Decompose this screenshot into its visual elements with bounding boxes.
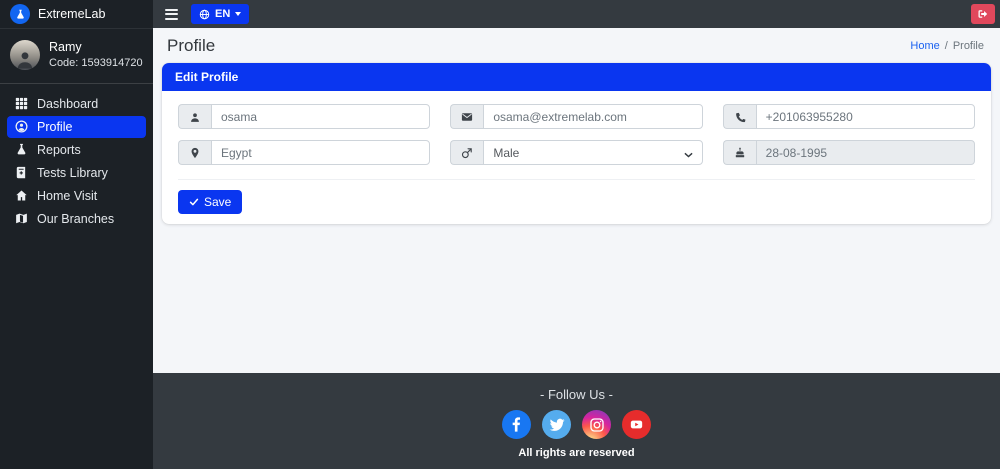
language-button[interactable]: EN xyxy=(191,4,250,24)
avatar xyxy=(10,39,40,70)
birthdate-input[interactable] xyxy=(755,140,975,165)
breadcrumb: Home / Profile xyxy=(910,40,984,52)
brand-link[interactable]: ExtremeLab xyxy=(0,0,153,29)
edit-profile-card: Edit Profile osama osama@extremelab.com … xyxy=(162,63,991,224)
sidebar: ExtremeLab Ramy Code: 1593914720 Dashboa… xyxy=(0,0,153,469)
instagram-icon[interactable] xyxy=(582,410,611,439)
topbar: EN xyxy=(153,0,1000,28)
sidebar-item-label: Home Visit xyxy=(37,188,98,203)
chevron-down-icon xyxy=(684,147,693,161)
social-links xyxy=(502,410,651,439)
user-circle-icon xyxy=(14,120,28,133)
sidebar-item-label: Dashboard xyxy=(37,96,99,111)
caret-down-icon xyxy=(235,12,242,16)
birthday-cake-icon xyxy=(722,140,756,165)
rights-label: All rights are reserved xyxy=(518,447,635,459)
user-icon xyxy=(178,104,211,129)
breadcrumb-current: Profile xyxy=(952,40,984,52)
card-header: Edit Profile xyxy=(162,63,991,91)
page-content: Profile Home / Profile Edit Profile osam… xyxy=(153,28,1000,469)
card-footer: Save xyxy=(162,180,991,224)
mars-icon xyxy=(450,140,484,165)
gender-select[interactable]: Male xyxy=(483,140,703,165)
home-icon xyxy=(14,189,28,202)
sidebar-item-reports[interactable]: Reports xyxy=(7,139,146,161)
language-label: EN xyxy=(215,8,231,20)
sign-out-icon xyxy=(977,8,989,20)
envelope-icon xyxy=(450,104,484,129)
sidebar-item-home-visit[interactable]: Home Visit xyxy=(7,185,146,207)
save-button[interactable]: Save xyxy=(178,190,243,214)
flask-logo-icon xyxy=(10,4,30,24)
book-icon xyxy=(14,166,28,179)
save-label: Save xyxy=(204,195,232,209)
menu-toggle-button[interactable] xyxy=(165,6,178,23)
content-header: Profile Home / Profile xyxy=(153,28,1000,63)
sidebar-item-our-branches[interactable]: Our Branches xyxy=(7,208,146,230)
breadcrumb-separator: / xyxy=(944,40,948,52)
gender-field-group: Male xyxy=(450,140,703,165)
check-icon xyxy=(189,197,199,207)
youtube-icon[interactable] xyxy=(622,410,651,439)
page-title: Profile xyxy=(167,36,216,55)
card-body: Male xyxy=(162,91,991,180)
user-panel: Ramy Code: 1593914720 xyxy=(0,29,153,84)
sidebar-item-label: Profile xyxy=(37,119,73,134)
follow-us-label: - Follow Us - xyxy=(540,387,613,402)
email-field-group xyxy=(450,104,703,129)
footer: - Follow Us - All rights are reserved xyxy=(153,373,1000,469)
phone-input[interactable] xyxy=(755,104,975,129)
map-marker-icon xyxy=(178,140,211,165)
logout-button[interactable] xyxy=(971,4,995,24)
facebook-icon[interactable] xyxy=(502,410,531,439)
name-input[interactable] xyxy=(211,104,431,129)
twitter-icon[interactable] xyxy=(542,410,571,439)
country-input[interactable] xyxy=(211,140,431,165)
sidebar-item-tests-library[interactable]: Tests Library xyxy=(7,162,146,184)
globe-icon xyxy=(199,9,210,20)
name-field-group xyxy=(178,104,431,129)
country-field-group xyxy=(178,140,431,165)
phone-icon xyxy=(722,104,756,129)
sidebar-item-label: Tests Library xyxy=(37,165,108,180)
map-icon xyxy=(14,212,28,225)
user-name: Ramy xyxy=(49,40,82,54)
breadcrumb-home-link[interactable]: Home xyxy=(910,40,939,52)
flask-icon xyxy=(14,143,28,156)
user-info: Ramy Code: 1593914720 xyxy=(49,39,143,71)
phone-field-group xyxy=(722,104,975,129)
birthdate-field-group xyxy=(722,140,975,165)
sidebar-nav: Dashboard Profile Reports Tests Library xyxy=(0,84,153,239)
sidebar-item-label: Our Branches xyxy=(37,211,115,226)
sidebar-item-profile[interactable]: Profile xyxy=(7,115,146,138)
app-window: ExtremeLab Ramy Code: 1593914720 Dashboa… xyxy=(0,0,1000,469)
gender-value: Male xyxy=(493,145,520,160)
sidebar-item-label: Reports xyxy=(37,142,81,157)
email-input[interactable] xyxy=(483,104,703,129)
sidebar-item-dashboard[interactable]: Dashboard xyxy=(7,93,146,115)
profile-form: Male xyxy=(178,104,975,165)
brand-name: ExtremeLab xyxy=(38,7,106,21)
user-code: Code: 1593914720 xyxy=(49,56,143,69)
grid-icon xyxy=(14,97,28,110)
